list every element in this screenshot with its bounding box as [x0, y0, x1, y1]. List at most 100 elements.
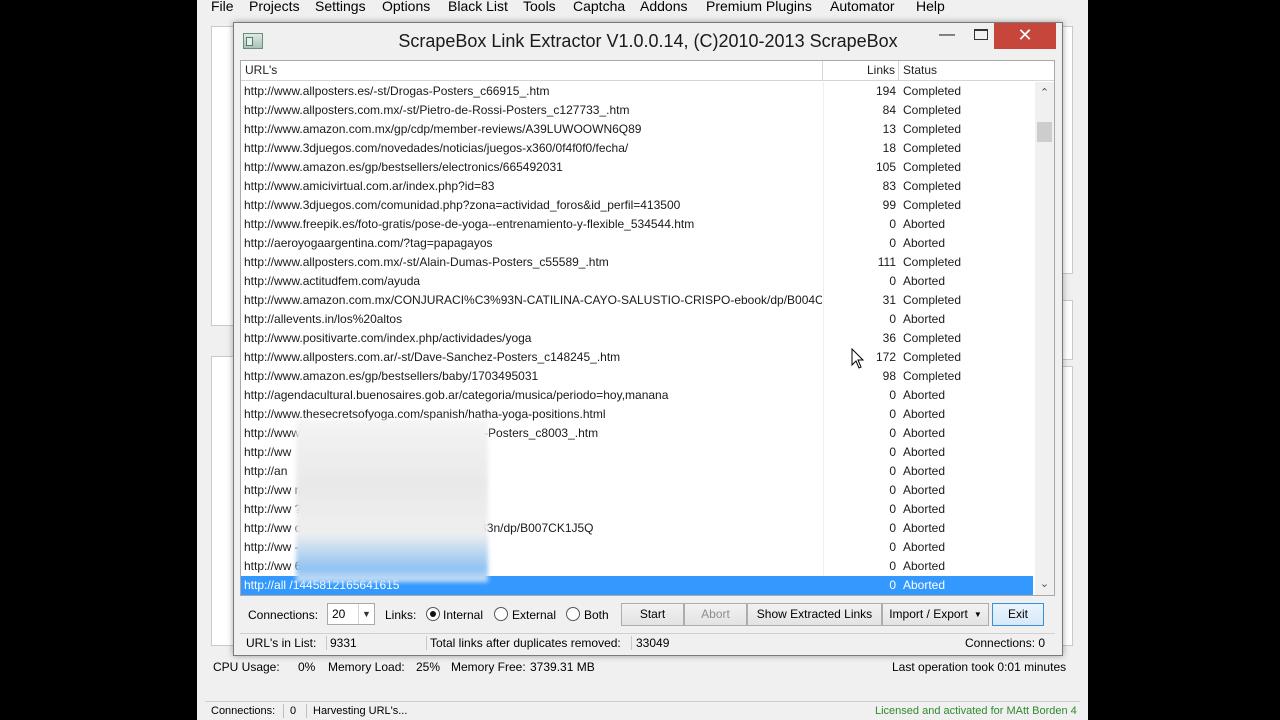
row-status: Aborted — [903, 521, 946, 535]
row-status: Aborted — [903, 274, 946, 288]
row-status: Aborted — [903, 388, 946, 402]
exit-button[interactable]: Exit — [992, 603, 1044, 626]
row-url: http://www.3djuegos.com/comunidad.php?zo… — [244, 198, 681, 212]
column-header-links[interactable]: Links — [823, 61, 899, 80]
table-row[interactable]: http://www.amazon.com.mx/gp/cdp/member-r… — [241, 120, 1033, 139]
total-links-label: Total links after duplicates removed: — [430, 636, 621, 650]
mouse-cursor-icon — [851, 348, 865, 369]
row-url: http://www.allposters.es/-st/Drogas-Post… — [244, 84, 550, 98]
table-row[interactable]: http://www.amazon.es/gp/bestsellers/baby… — [241, 367, 1033, 386]
dialog-info-bar: URL's in List: 9331 Total links after du… — [240, 633, 1055, 651]
table-row[interactable]: http://www.allposters.com.mx/-st/Pietro-… — [241, 101, 1033, 120]
row-links: 0 — [889, 388, 896, 402]
row-url: http://www.allposters.com.ar/-st/Dave-Sa… — [244, 350, 621, 364]
scroll-up-icon[interactable]: ⌃ — [1035, 84, 1054, 102]
menu-automator[interactable]: Automator — [830, 0, 895, 14]
row-links: 0 — [889, 312, 896, 326]
row-links: 0 — [889, 502, 896, 516]
table-row[interactable]: http://allevents.in/los%20altos 0 Aborted — [241, 310, 1033, 329]
row-status: Aborted — [903, 236, 946, 250]
import-export-button[interactable]: Import / Export ▼ — [882, 603, 989, 626]
internal-label[interactable]: Internal — [443, 608, 483, 622]
menu-projects[interactable]: Projects — [249, 0, 300, 14]
chevron-down-icon[interactable]: ▼ — [358, 604, 374, 624]
url-list[interactable]: URL's Links Status http://www.allposters… — [240, 60, 1055, 596]
table-row[interactable]: http://www.3djuegos.com/comunidad.php?zo… — [241, 196, 1033, 215]
start-button[interactable]: Start — [621, 603, 684, 626]
row-links: 0 — [889, 464, 896, 478]
connections-select[interactable]: 20 ▼ — [327, 603, 375, 625]
minimize-button[interactable]: — — [934, 23, 960, 49]
table-row[interactable]: http://www.positivarte.com/index.php/act… — [241, 329, 1033, 348]
row-status: Completed — [903, 122, 962, 136]
table-row[interactable]: http://www.allposters.com.mx/-st/Alain-D… — [241, 253, 1033, 272]
menu-options[interactable]: Options — [382, 0, 430, 14]
row-url: http://www.freepik.es/foto-gratis/pose-d… — [244, 217, 695, 231]
table-row[interactable]: http://www.amazon.es/gp/bestsellers/elec… — [241, 158, 1033, 177]
row-status: Aborted — [903, 407, 946, 421]
row-links: 13 — [882, 122, 896, 136]
menu-settings[interactable]: Settings — [315, 0, 366, 14]
import-export-label: Import / Export — [889, 607, 968, 621]
menu-tools[interactable]: Tools — [523, 0, 556, 14]
row-status: Completed — [903, 331, 962, 345]
row-links: 105 — [875, 160, 896, 174]
table-row[interactable]: http://aeroyogaargentina.com/?tag=papaga… — [241, 234, 1033, 253]
both-label[interactable]: Both — [584, 608, 609, 622]
table-row[interactable]: http://www.allposters.com.ar/-st/Dave-Sa… — [241, 348, 1033, 367]
external-radio[interactable] — [494, 607, 508, 621]
row-status: Completed — [903, 84, 962, 98]
table-row[interactable]: http://agendacultural.buenosaires.gob.ar… — [241, 386, 1033, 405]
row-url: http://agendacultural.buenosaires.gob.ar… — [244, 388, 669, 402]
internal-radio[interactable] — [426, 607, 440, 621]
table-row[interactable]: http://www.actitudfem.com/ayuda 0 Aborted — [241, 272, 1033, 291]
main-status-bar: Connections: 0 Harvesting URL's... Licen… — [205, 701, 1080, 720]
redacted-blur-area — [296, 420, 488, 582]
table-row[interactable]: http://www.amazon.com.mx/CONJURACI%C3%93… — [241, 291, 1033, 310]
both-radio[interactable] — [566, 607, 580, 621]
row-url: http://www.allposters.com.mx/-st/Pietro-… — [244, 103, 630, 117]
row-status: Completed — [903, 369, 962, 383]
maximize-button[interactable] — [968, 23, 994, 49]
row-status: Completed — [903, 141, 962, 155]
row-url: http://www.amazon.com.mx/gp/cdp/member-r… — [244, 122, 642, 136]
row-url: http://www.3djuegos.com/novedades/notici… — [244, 141, 629, 155]
external-label[interactable]: External — [512, 608, 556, 622]
column-header-status[interactable]: Status — [899, 61, 1054, 80]
show-extracted-links-button[interactable]: Show Extracted Links — [747, 603, 882, 626]
menu-premium-plugins[interactable]: Premium Plugins — [706, 0, 812, 14]
vertical-scrollbar[interactable]: ⌃ ⌄ — [1035, 82, 1054, 595]
row-links: 0 — [889, 445, 896, 459]
row-links: 111 — [877, 255, 896, 269]
menu-black-list[interactable]: Black List — [448, 0, 508, 14]
dialog-title-bar[interactable]: ScrapeBox Link Extractor V1.0.0.14, (C)2… — [234, 23, 1062, 59]
table-row[interactable]: http://www.freepik.es/foto-gratis/pose-d… — [241, 215, 1033, 234]
close-button[interactable]: ✕ — [994, 23, 1056, 49]
scroll-thumb[interactable] — [1037, 122, 1052, 142]
menu-captcha[interactable]: Captcha — [573, 0, 625, 14]
memory-load-label: Memory Load: — [328, 660, 405, 674]
abort-button[interactable]: Abort — [684, 603, 747, 626]
row-url: http://www.allposters.com.mx/-st/Alain-D… — [244, 255, 609, 269]
menu-addons[interactable]: Addons — [640, 0, 687, 14]
memory-free-value: 3739.31 MB — [530, 660, 595, 674]
menu-file[interactable]: File — [211, 0, 234, 14]
menu-help[interactable]: Help — [916, 0, 945, 14]
maximize-icon — [974, 29, 988, 40]
row-url: http://www.amazon.es/gp/bestsellers/elec… — [244, 160, 563, 174]
row-links: 0 — [889, 521, 896, 535]
table-row[interactable]: http://www.3djuegos.com/novedades/notici… — [241, 139, 1033, 158]
connections-label: Connections: — [248, 608, 319, 622]
row-links: 36 — [882, 331, 896, 345]
row-url: http://www.amicivirtual.com.ar/index.php… — [244, 179, 495, 193]
row-url: http://www.amazon.com.mx/CONJURACI%C3%93… — [244, 293, 822, 307]
row-status: Aborted — [903, 502, 946, 516]
menu-bar: File Projects Settings Options Black Lis… — [197, 0, 1088, 16]
table-row[interactable]: http://www.amicivirtual.com.ar/index.php… — [241, 177, 1033, 196]
row-status: Aborted — [903, 426, 946, 440]
scroll-down-icon[interactable]: ⌄ — [1035, 575, 1054, 593]
status-connections-value: 0 — [290, 705, 297, 717]
row-status: Completed — [903, 293, 962, 307]
column-header-urls[interactable]: URL's — [241, 61, 823, 80]
table-row[interactable]: http://www.allposters.es/-st/Drogas-Post… — [241, 82, 1033, 101]
